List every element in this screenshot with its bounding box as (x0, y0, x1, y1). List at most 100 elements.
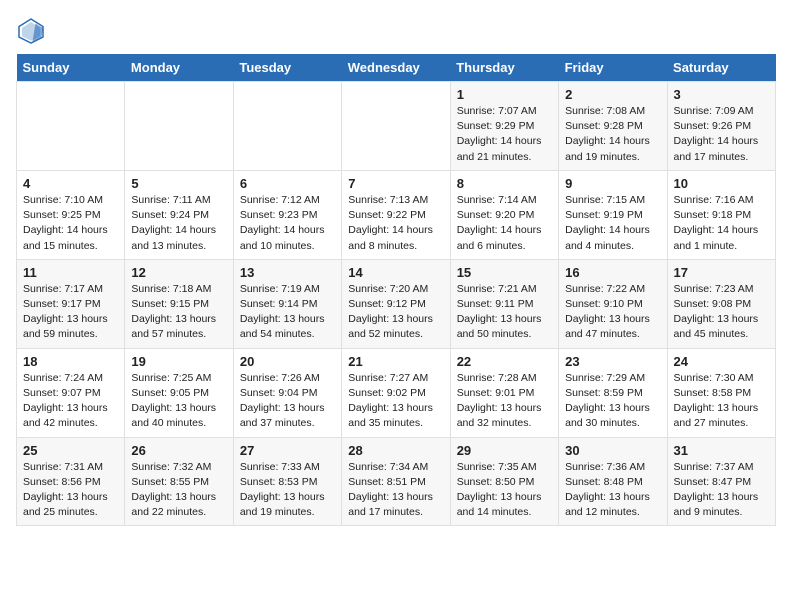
day-number: 8 (457, 176, 552, 191)
calendar-cell: 4 Sunrise: 7:10 AM Sunset: 9:25 PM Daylig… (17, 170, 125, 259)
day-info: Sunrise: 7:08 AM Sunset: 9:28 PM Dayligh… (565, 104, 660, 165)
day-info: Sunrise: 7:23 AM Sunset: 9:08 PM Dayligh… (674, 282, 769, 343)
calendar-week-2: 4 Sunrise: 7:10 AM Sunset: 9:25 PM Daylig… (17, 170, 776, 259)
day-number: 13 (240, 265, 335, 280)
day-number: 29 (457, 443, 552, 458)
calendar-cell: 12 Sunrise: 7:18 AM Sunset: 9:15 PM Dayli… (125, 259, 233, 348)
day-info: Sunrise: 7:28 AM Sunset: 9:01 PM Dayligh… (457, 371, 552, 432)
weekday-header-wednesday: Wednesday (342, 54, 450, 82)
day-info: Sunrise: 7:29 AM Sunset: 8:59 PM Dayligh… (565, 371, 660, 432)
day-info: Sunrise: 7:20 AM Sunset: 9:12 PM Dayligh… (348, 282, 443, 343)
calendar-cell: 30Sunrise: 7:36 AM Sunset: 8:48 PM Dayli… (559, 437, 667, 526)
calendar-cell: 28 Sunrise: 7:34 AM Sunset: 8:51 PM Dayli… (342, 437, 450, 526)
calendar-week-5: 25 Sunrise: 7:31 AM Sunset: 8:56 PM Dayli… (17, 437, 776, 526)
day-info: Sunrise: 7:15 AM Sunset: 9:19 PM Dayligh… (565, 193, 660, 254)
day-info: Sunrise: 7:11 AM Sunset: 9:24 PM Dayligh… (131, 193, 226, 254)
calendar-table: SundayMondayTuesdayWednesdayThursdayFrid… (16, 54, 776, 526)
day-info: Sunrise: 7:19 AM Sunset: 9:14 PM Dayligh… (240, 282, 335, 343)
day-info: Sunrise: 7:32 AM Sunset: 8:55 PM Dayligh… (131, 460, 226, 521)
day-info: Sunrise: 7:07 AM Sunset: 9:29 PM Dayligh… (457, 104, 552, 165)
weekday-header-tuesday: Tuesday (233, 54, 341, 82)
day-number: 10 (674, 176, 769, 191)
calendar-cell: 25 Sunrise: 7:31 AM Sunset: 8:56 PM Dayli… (17, 437, 125, 526)
day-number: 1 (457, 87, 552, 102)
day-info: Sunrise: 7:18 AM Sunset: 9:15 PM Dayligh… (131, 282, 226, 343)
calendar-cell: 20Sunrise: 7:26 AM Sunset: 9:04 PM Dayli… (233, 348, 341, 437)
day-info: Sunrise: 7:16 AM Sunset: 9:18 PM Dayligh… (674, 193, 769, 254)
weekday-header-row: SundayMondayTuesdayWednesdayThursdayFrid… (17, 54, 776, 82)
day-info: Sunrise: 7:21 AM Sunset: 9:11 PM Dayligh… (457, 282, 552, 343)
calendar-week-4: 18 Sunrise: 7:24 AM Sunset: 9:07 PM Dayli… (17, 348, 776, 437)
calendar-cell: 14 Sunrise: 7:20 AM Sunset: 9:12 PM Dayli… (342, 259, 450, 348)
calendar-week-3: 11 Sunrise: 7:17 AM Sunset: 9:17 PM Dayli… (17, 259, 776, 348)
day-number: 16 (565, 265, 660, 280)
calendar-cell: 8 Sunrise: 7:14 AM Sunset: 9:20 PM Daylig… (450, 170, 558, 259)
calendar-cell: 24 Sunrise: 7:30 AM Sunset: 8:58 PM Dayli… (667, 348, 775, 437)
calendar-week-1: 1 Sunrise: 7:07 AM Sunset: 9:29 PM Daylig… (17, 82, 776, 171)
day-number: 11 (23, 265, 118, 280)
weekday-header-monday: Monday (125, 54, 233, 82)
day-info: Sunrise: 7:37 AM Sunset: 8:47 PM Dayligh… (674, 460, 769, 521)
day-info: Sunrise: 7:34 AM Sunset: 8:51 PM Dayligh… (348, 460, 443, 521)
day-number: 4 (23, 176, 118, 191)
day-info: Sunrise: 7:14 AM Sunset: 9:20 PM Dayligh… (457, 193, 552, 254)
day-info: Sunrise: 7:22 AM Sunset: 9:10 PM Dayligh… (565, 282, 660, 343)
calendar-cell: 19Sunrise: 7:25 AM Sunset: 9:05 PM Dayli… (125, 348, 233, 437)
logo-icon (16, 16, 46, 46)
day-info: Sunrise: 7:24 AM Sunset: 9:07 PM Dayligh… (23, 371, 118, 432)
calendar-cell: 22 Sunrise: 7:28 AM Sunset: 9:01 PM Dayli… (450, 348, 558, 437)
day-number: 18 (23, 354, 118, 369)
day-number: 9 (565, 176, 660, 191)
calendar-cell (17, 82, 125, 171)
calendar-cell: 10 Sunrise: 7:16 AM Sunset: 9:18 PM Dayli… (667, 170, 775, 259)
day-info: Sunrise: 7:17 AM Sunset: 9:17 PM Dayligh… (23, 282, 118, 343)
calendar-cell: 18 Sunrise: 7:24 AM Sunset: 9:07 PM Dayli… (17, 348, 125, 437)
day-number: 31 (674, 443, 769, 458)
page-header (16, 16, 776, 46)
weekday-header-saturday: Saturday (667, 54, 775, 82)
day-info: Sunrise: 7:10 AM Sunset: 9:25 PM Dayligh… (23, 193, 118, 254)
day-number: 2 (565, 87, 660, 102)
day-number: 14 (348, 265, 443, 280)
day-number: 17 (674, 265, 769, 280)
day-number: 21 (348, 354, 443, 369)
day-info: Sunrise: 7:27 AM Sunset: 9:02 PM Dayligh… (348, 371, 443, 432)
calendar-cell: 31 Sunrise: 7:37 AM Sunset: 8:47 PM Dayli… (667, 437, 775, 526)
day-info: Sunrise: 7:12 AM Sunset: 9:23 PM Dayligh… (240, 193, 335, 254)
calendar-cell: 29 Sunrise: 7:35 AM Sunset: 8:50 PM Dayli… (450, 437, 558, 526)
day-info: Sunrise: 7:36 AM Sunset: 8:48 PM Dayligh… (565, 460, 660, 521)
calendar-cell: 3Sunrise: 7:09 AM Sunset: 9:26 PM Daylig… (667, 82, 775, 171)
calendar-cell: 27 Sunrise: 7:33 AM Sunset: 8:53 PM Dayli… (233, 437, 341, 526)
day-info: Sunrise: 7:09 AM Sunset: 9:26 PM Dayligh… (674, 104, 769, 165)
calendar-cell: 9 Sunrise: 7:15 AM Sunset: 9:19 PM Daylig… (559, 170, 667, 259)
day-number: 5 (131, 176, 226, 191)
day-number: 12 (131, 265, 226, 280)
calendar-cell: 23 Sunrise: 7:29 AM Sunset: 8:59 PM Dayli… (559, 348, 667, 437)
day-number: 25 (23, 443, 118, 458)
weekday-header-thursday: Thursday (450, 54, 558, 82)
day-number: 6 (240, 176, 335, 191)
day-number: 28 (348, 443, 443, 458)
day-number: 22 (457, 354, 552, 369)
calendar-cell: 11 Sunrise: 7:17 AM Sunset: 9:17 PM Dayli… (17, 259, 125, 348)
day-number: 26 (131, 443, 226, 458)
calendar-cell: 7Sunrise: 7:13 AM Sunset: 9:22 PM Daylig… (342, 170, 450, 259)
calendar-cell: 26 Sunrise: 7:32 AM Sunset: 8:55 PM Dayli… (125, 437, 233, 526)
day-info: Sunrise: 7:33 AM Sunset: 8:53 PM Dayligh… (240, 460, 335, 521)
day-number: 24 (674, 354, 769, 369)
calendar-cell: 2 Sunrise: 7:08 AM Sunset: 9:28 PM Daylig… (559, 82, 667, 171)
weekday-header-friday: Friday (559, 54, 667, 82)
day-info: Sunrise: 7:31 AM Sunset: 8:56 PM Dayligh… (23, 460, 118, 521)
calendar-cell: 21 Sunrise: 7:27 AM Sunset: 9:02 PM Dayli… (342, 348, 450, 437)
day-info: Sunrise: 7:30 AM Sunset: 8:58 PM Dayligh… (674, 371, 769, 432)
day-number: 23 (565, 354, 660, 369)
weekday-header-sunday: Sunday (17, 54, 125, 82)
day-number: 27 (240, 443, 335, 458)
calendar-cell (125, 82, 233, 171)
day-info: Sunrise: 7:35 AM Sunset: 8:50 PM Dayligh… (457, 460, 552, 521)
calendar-cell: 17 Sunrise: 7:23 AM Sunset: 9:08 PM Dayli… (667, 259, 775, 348)
day-number: 7 (348, 176, 443, 191)
calendar-cell: 1 Sunrise: 7:07 AM Sunset: 9:29 PM Daylig… (450, 82, 558, 171)
logo (16, 16, 50, 46)
calendar-cell: 13 Sunrise: 7:19 AM Sunset: 9:14 PM Dayli… (233, 259, 341, 348)
